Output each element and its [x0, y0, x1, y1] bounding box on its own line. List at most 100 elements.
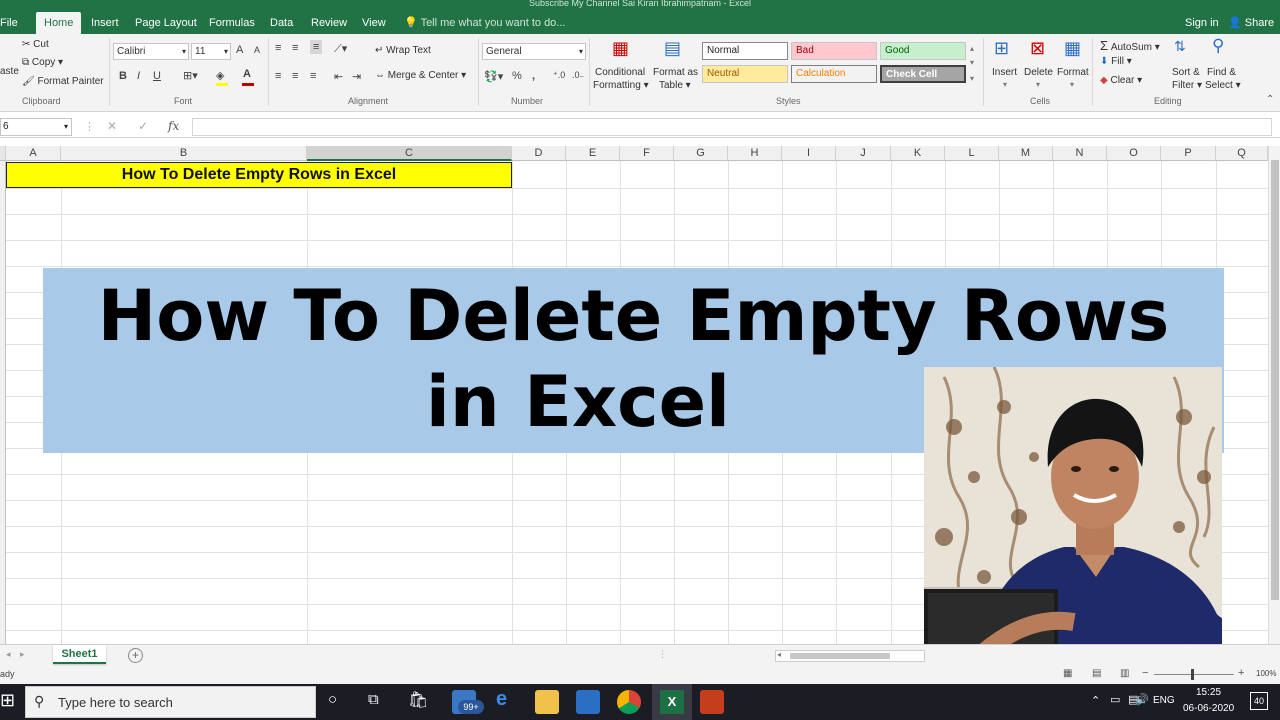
zoom-slider-thumb[interactable]	[1191, 669, 1194, 680]
conditional-formatting-label-1[interactable]: Conditional	[595, 67, 645, 78]
format-as-table-label-2[interactable]: Table ▾	[659, 80, 691, 91]
autosum-button[interactable]: Σ AutoSum ▾	[1100, 38, 1160, 53]
sign-in-link[interactable]: Sign in	[1185, 12, 1219, 34]
task-view-icon[interactable]: ⧉	[368, 691, 379, 708]
battery-icon[interactable]: ▭	[1110, 693, 1120, 706]
tab-insert[interactable]: Insert	[91, 12, 119, 34]
clear-button[interactable]: ◆ Clear ▾	[1100, 75, 1142, 86]
style-calculation[interactable]: Calculation	[791, 65, 877, 83]
tab-home[interactable]: Home	[36, 12, 82, 34]
column-header[interactable]: H	[728, 146, 782, 161]
volume-icon[interactable]: 🔊	[1135, 693, 1149, 706]
sort-filter-label-2[interactable]: Filter ▾	[1172, 80, 1202, 91]
column-header[interactable]: N	[1053, 146, 1107, 161]
tab-view[interactable]: View	[362, 12, 386, 34]
outlook-icon[interactable]	[576, 690, 600, 714]
column-header[interactable]: J	[836, 146, 891, 161]
copy-button[interactable]: ⧉ Copy ▾	[22, 57, 63, 68]
number-format-box[interactable]: General ▾	[482, 43, 586, 60]
excel-taskbar-active[interactable]: X	[652, 684, 692, 720]
currency-icon[interactable]: 💱▾	[484, 70, 503, 83]
font-name-box[interactable]: Calibri ▾	[113, 43, 189, 60]
column-header[interactable]: B	[61, 146, 307, 161]
column-header[interactable]: Q	[1216, 146, 1268, 161]
sheet-splitter-icon[interactable]: ⋮	[658, 649, 667, 660]
powerpoint-icon[interactable]	[700, 690, 724, 714]
styles-scroll-up-icon[interactable]: ▴	[970, 44, 974, 53]
column-header[interactable]: G	[674, 146, 728, 161]
horizontal-scrollbar[interactable]: ◂	[775, 650, 925, 662]
formula-input[interactable]	[192, 118, 1272, 136]
underline-button[interactable]: U	[153, 70, 161, 82]
column-header[interactable]: I	[782, 146, 836, 161]
style-good[interactable]: Good	[880, 42, 966, 60]
style-bad[interactable]: Bad	[791, 42, 877, 60]
column-header[interactable]: E	[566, 146, 620, 161]
column-header[interactable]: C	[307, 146, 512, 161]
share-button[interactable]: 👤 Share	[1228, 12, 1274, 34]
tray-chevron-icon[interactable]: ⌃	[1091, 694, 1100, 707]
column-header[interactable]: D	[512, 146, 566, 161]
align-middle-icon[interactable]: ≡	[292, 42, 298, 54]
increase-decimal-icon[interactable]: ⁺.0	[553, 70, 565, 81]
edge-icon[interactable]: e	[496, 688, 507, 711]
paste-button[interactable]: aste	[0, 66, 19, 77]
vertical-scrollbar-track[interactable]	[1268, 146, 1280, 644]
notification-center-icon[interactable]: 40	[1250, 692, 1268, 710]
delete-dropdown-icon[interactable]: ▾	[1036, 80, 1040, 89]
sort-filter-label-1[interactable]: Sort &	[1172, 67, 1200, 78]
font-color-button[interactable]: A	[243, 68, 251, 80]
font-size-box[interactable]: 11 ▾	[191, 43, 231, 60]
zoom-slider[interactable]	[1154, 674, 1234, 675]
scrollbar-thumb[interactable]	[1271, 160, 1279, 600]
conditional-formatting-label-2[interactable]: Formatting ▾	[593, 80, 649, 91]
align-right-icon[interactable]: ≡	[310, 70, 316, 82]
horizontal-scroll-thumb[interactable]	[790, 653, 890, 659]
next-sheet-icon[interactable]: ▸	[20, 649, 25, 660]
clock-date[interactable]: 06-06-2020	[1183, 703, 1234, 714]
column-header[interactable]: M	[999, 146, 1053, 161]
orientation-icon[interactable]: ⟋▾	[334, 42, 347, 56]
clock-time[interactable]: 15:25	[1196, 687, 1221, 698]
styles-more-icon[interactable]: ▾	[970, 74, 974, 83]
align-center-icon[interactable]: ≡	[292, 70, 298, 82]
zoom-out-button[interactable]: −	[1142, 667, 1148, 679]
language-indicator[interactable]: ENG	[1153, 695, 1175, 706]
find-select-label-2[interactable]: Select ▾	[1205, 80, 1241, 91]
italic-button[interactable]: I	[137, 70, 140, 82]
cut-button[interactable]: ✂ Cut	[22, 39, 49, 50]
format-dropdown-icon[interactable]: ▾	[1070, 80, 1074, 89]
style-normal[interactable]: Normal	[702, 42, 788, 60]
title-cell[interactable]: How To Delete Empty Rows in Excel	[6, 162, 512, 188]
column-header[interactable]: F	[620, 146, 674, 161]
sheet-tab-sheet1[interactable]: Sheet1	[53, 645, 106, 664]
zoom-level[interactable]: 100%	[1256, 669, 1276, 678]
scroll-left-icon[interactable]: ◂	[777, 650, 781, 659]
normal-view-icon[interactable]: ▦	[1063, 668, 1072, 679]
taskbar-search-box[interactable]: ⚲ Type here to search	[25, 686, 316, 718]
tab-page-layout[interactable]: Page Layout	[135, 12, 197, 34]
zoom-in-button[interactable]: +	[1238, 667, 1244, 679]
windows-start-icon[interactable]: ⊞	[0, 690, 15, 711]
increase-indent-icon[interactable]: ⇥	[352, 70, 361, 83]
file-explorer-icon[interactable]	[535, 690, 559, 714]
style-neutral[interactable]: Neutral	[702, 65, 788, 83]
fill-color-icon[interactable]: ◈	[216, 69, 224, 82]
delete-button[interactable]: Delete	[1024, 67, 1053, 78]
tab-data[interactable]: Data	[270, 12, 293, 34]
column-header[interactable]: O	[1107, 146, 1161, 161]
column-header[interactable]: P	[1161, 146, 1216, 161]
tell-me-box[interactable]: 💡 Tell me what you want to do...	[404, 12, 565, 34]
enter-icon[interactable]: ✓	[138, 119, 148, 133]
row-header-strip[interactable]	[0, 161, 6, 644]
percent-button[interactable]: %	[512, 70, 522, 82]
border-icon[interactable]: ⊞▾	[183, 69, 198, 82]
increase-font-button[interactable]: A	[236, 44, 243, 56]
column-header[interactable]: K	[891, 146, 945, 161]
merge-center-button[interactable]: ⇔ Merge & Center ▾	[375, 70, 466, 81]
bold-button[interactable]: B	[119, 70, 127, 82]
align-bottom-icon[interactable]: ≡	[310, 40, 323, 54]
task-view-circle-icon[interactable]: ○	[328, 691, 337, 708]
style-check-cell[interactable]: Check Cell	[880, 65, 966, 83]
format-as-table-label-1[interactable]: Format as	[653, 67, 698, 78]
